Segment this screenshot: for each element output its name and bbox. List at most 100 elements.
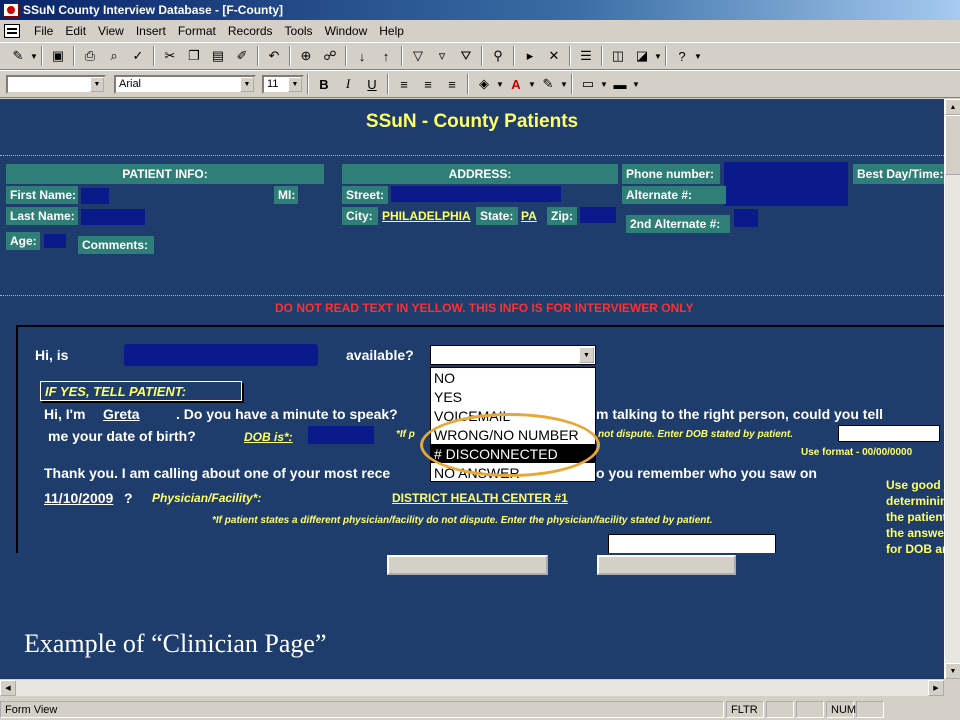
menu-window[interactable]: Window (319, 24, 374, 38)
dob-question: me your date of birth? (48, 428, 196, 444)
menu-tools[interactable]: Tools (279, 24, 319, 38)
horizontal-scrollbar[interactable]: ◀ ▶ (0, 680, 944, 696)
interviewer-name[interactable]: Greta (103, 406, 140, 422)
spelling-icon[interactable]: ✓ (127, 45, 149, 67)
chevron-down-icon[interactable]: ▼ (632, 80, 640, 89)
scroll-down-icon[interactable]: ▼ (945, 663, 960, 679)
chevron-down-icon[interactable]: ▼ (240, 76, 254, 92)
copy-icon[interactable]: ❐ (183, 45, 205, 67)
menu-view[interactable]: View (92, 24, 130, 38)
option-yes[interactable]: YES (431, 387, 595, 406)
apply-filter-icon[interactable]: ⛛ (455, 45, 477, 67)
bold-button[interactable]: B (313, 73, 335, 95)
patient-name-field[interactable] (124, 344, 318, 366)
physician-entry-input[interactable] (608, 534, 776, 554)
alternate2-field[interactable] (734, 209, 758, 227)
footer-button-right[interactable] (597, 555, 736, 575)
toolbar-separator (387, 74, 389, 94)
line-color-icon[interactable]: ✎ (537, 73, 559, 95)
hi-im-text: Hi, I'm (44, 406, 86, 422)
section-divider (0, 155, 944, 156)
new-object-icon[interactable]: ◪ (631, 45, 653, 67)
chevron-down-icon[interactable]: ▼ (528, 80, 536, 89)
help-icon[interactable]: ? (671, 45, 693, 67)
dob-entry-input[interactable] (838, 425, 940, 442)
chevron-down-icon[interactable]: ▼ (694, 52, 702, 61)
chevron-down-icon[interactable]: ▼ (560, 80, 568, 89)
state-value[interactable]: PA (521, 209, 537, 223)
italic-button[interactable]: I (337, 73, 359, 95)
hyperlink-icon[interactable]: ⊕ (295, 45, 317, 67)
scroll-up-icon[interactable]: ▲ (945, 99, 960, 115)
dob-field[interactable] (308, 426, 374, 444)
menu-file[interactable]: File (28, 24, 59, 38)
street-label: Street: (342, 186, 388, 204)
new-record-icon[interactable]: ▸ (519, 45, 541, 67)
vertical-scrollbar[interactable]: ▲ ▼ (944, 99, 960, 679)
properties-icon[interactable]: ☰ (575, 45, 597, 67)
right-person-text: m talking to the right person, could you… (596, 406, 884, 422)
visit-date[interactable]: 11/10/2009 (44, 490, 113, 506)
menu-format[interactable]: Format (172, 24, 222, 38)
menu-help[interactable]: Help (373, 24, 410, 38)
menu-records[interactable]: Records (222, 24, 279, 38)
form-window-icon[interactable] (4, 24, 20, 38)
first-name-field[interactable] (81, 188, 109, 204)
save-icon[interactable]: ▣ (47, 45, 69, 67)
chevron-down-icon[interactable]: ▼ (288, 76, 302, 92)
print-preview-icon[interactable]: ⌕ (103, 45, 125, 67)
facility-value[interactable]: DISTRICT HEALTH CENTER #1 (392, 491, 568, 505)
chevron-down-icon[interactable]: ▼ (600, 80, 608, 89)
paste-icon[interactable]: ▤ (207, 45, 229, 67)
last-name-field[interactable] (81, 209, 145, 225)
print-icon[interactable]: ⎙ (79, 45, 101, 67)
find-icon[interactable]: ⚲ (487, 45, 509, 67)
align-right-icon[interactable]: ≡ (441, 73, 463, 95)
filter-by-selection-icon[interactable]: ▽ (407, 45, 429, 67)
scroll-thumb[interactable] (945, 115, 960, 175)
availability-combo[interactable]: ▼ (430, 345, 596, 365)
if-p-note: *If p (396, 429, 415, 440)
line-width-icon[interactable]: ▭ (577, 73, 599, 95)
view-design-icon[interactable]: ✎ (7, 45, 29, 67)
cut-icon[interactable]: ✂ (159, 45, 181, 67)
phone-label: Phone number: (622, 164, 720, 184)
street-field[interactable] (391, 186, 561, 202)
chevron-down-icon[interactable]: ▼ (579, 347, 594, 363)
database-window-icon[interactable]: ◫ (607, 45, 629, 67)
age-field[interactable] (44, 234, 66, 248)
menu-insert[interactable]: Insert (130, 24, 172, 38)
chevron-down-icon[interactable]: ▼ (30, 52, 38, 61)
object-combo[interactable]: ▼ (6, 74, 106, 94)
align-center-icon[interactable]: ≡ (417, 73, 439, 95)
menu-edit[interactable]: Edit (59, 24, 92, 38)
scroll-right-icon[interactable]: ▶ (928, 680, 944, 696)
footer-button-left[interactable] (387, 555, 548, 575)
web-toolbar-icon[interactable]: ☍ (319, 45, 341, 67)
align-left-icon[interactable]: ≡ (393, 73, 415, 95)
alternate-label: Alternate #: (622, 186, 726, 204)
available-text: available? (346, 347, 414, 363)
access-app-icon[interactable] (3, 3, 19, 17)
font-size-combo[interactable]: 11 ▼ (262, 74, 304, 94)
format-painter-icon[interactable]: ✐ (231, 45, 253, 67)
scroll-left-icon[interactable]: ◀ (0, 680, 16, 696)
delete-record-icon[interactable]: ✕ (543, 45, 565, 67)
chevron-down-icon[interactable]: ▼ (654, 52, 662, 61)
zip-label: Zip: (547, 207, 577, 225)
chevron-down-icon[interactable]: ▼ (90, 76, 104, 92)
phone-field[interactable] (724, 162, 848, 206)
underline-button[interactable]: U (361, 73, 383, 95)
fill-color-icon[interactable]: ◈ (473, 73, 495, 95)
filter-by-form-icon[interactable]: ▿ (431, 45, 453, 67)
chevron-down-icon[interactable]: ▼ (496, 80, 504, 89)
special-effect-icon[interactable]: ▬ (609, 73, 631, 95)
font-combo[interactable]: Arial ▼ (114, 74, 256, 94)
font-color-icon[interactable]: A (505, 73, 527, 95)
city-value[interactable]: PHILADELPHIA (382, 209, 471, 223)
sort-ascending-icon[interactable]: ↓ (351, 45, 373, 67)
option-no[interactable]: NO (431, 368, 595, 387)
sort-descending-icon[interactable]: ↑ (375, 45, 397, 67)
zip-field[interactable] (580, 207, 616, 223)
undo-icon[interactable]: ↶ (263, 45, 285, 67)
